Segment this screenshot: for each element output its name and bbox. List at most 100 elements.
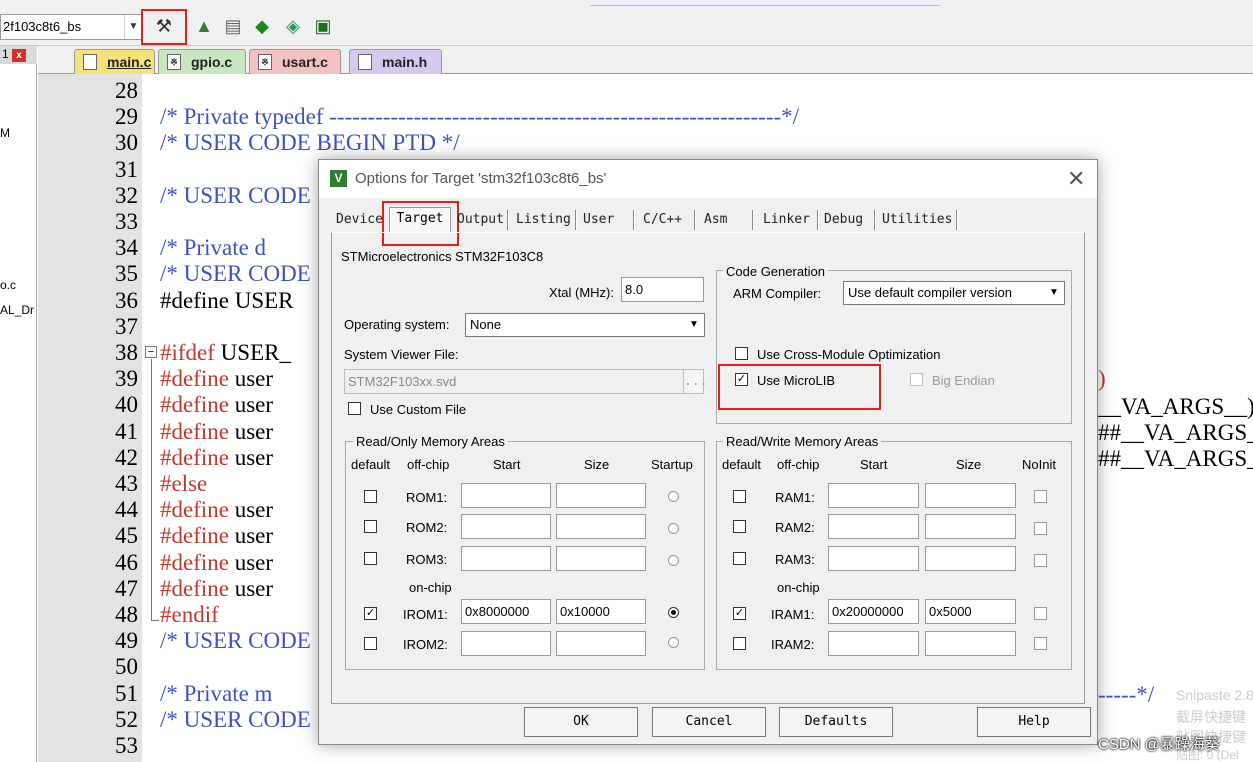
file-icon bbox=[83, 54, 97, 70]
iram2-default-checkbox[interactable] bbox=[733, 637, 746, 650]
irom1-start-input[interactable]: 0x8000000 bbox=[461, 599, 551, 624]
iram2-size-input[interactable] bbox=[925, 631, 1016, 656]
cancel-button[interactable]: Cancel bbox=[652, 707, 766, 737]
defaults-button[interactable]: Defaults bbox=[779, 707, 893, 737]
rom3-start-input[interactable] bbox=[461, 546, 551, 571]
code-token: user bbox=[228, 549, 274, 575]
arm-compiler-select[interactable]: Use default compiler version ▼ bbox=[843, 281, 1065, 305]
target-select-value: 2f103c8t6_bs bbox=[3, 19, 82, 34]
rom2-size-input[interactable] bbox=[556, 514, 646, 539]
ram2-noinit-checkbox[interactable] bbox=[1034, 522, 1047, 535]
os-select-value: None bbox=[470, 317, 502, 332]
chevron-down-icon[interactable]: ▼ bbox=[686, 317, 702, 333]
irom2-startup-radio[interactable] bbox=[668, 637, 679, 648]
project-item[interactable]: M bbox=[0, 126, 10, 140]
tab-debug[interactable]: Debug bbox=[824, 210, 863, 232]
tab-utilities[interactable]: Utilities bbox=[882, 210, 952, 232]
tab-separator bbox=[874, 210, 876, 230]
fold-toggle-icon[interactable]: − bbox=[145, 346, 157, 358]
tab-listing[interactable]: Listing bbox=[516, 210, 571, 232]
code-token: #define USER bbox=[160, 287, 294, 313]
tab-user[interactable]: User bbox=[583, 210, 614, 232]
svd-browse-button[interactable]: ... bbox=[683, 369, 707, 394]
tab-linker[interactable]: Linker bbox=[763, 210, 810, 232]
code-token: #define bbox=[160, 523, 229, 549]
irom1-default-checkbox[interactable]: ✓ bbox=[364, 607, 377, 620]
ok-button[interactable]: OK bbox=[524, 707, 638, 737]
rom2-default-checkbox[interactable] bbox=[364, 520, 377, 533]
iram1-default-checkbox[interactable]: ✓ bbox=[733, 607, 746, 620]
ram2-default-checkbox[interactable] bbox=[733, 520, 746, 533]
project-item[interactable]: AL_Dr bbox=[0, 303, 34, 317]
manage-components-icon[interactable]: ▲ bbox=[192, 14, 216, 38]
rom1-default-checkbox[interactable] bbox=[364, 490, 377, 503]
rom3-size-input[interactable] bbox=[556, 546, 646, 571]
line-number: 35 bbox=[115, 261, 138, 287]
tab-output[interactable]: Output bbox=[457, 210, 504, 232]
ram3-label: RAM3: bbox=[775, 552, 815, 567]
chevron-down-icon[interactable]: ▼ bbox=[1046, 285, 1062, 301]
ram2-size-input[interactable] bbox=[925, 514, 1016, 539]
rom3-default-checkbox[interactable] bbox=[364, 552, 377, 565]
rom2-startup-radio[interactable] bbox=[668, 523, 679, 534]
code-line: #define user bbox=[160, 392, 273, 418]
close-icon[interactable]: x bbox=[12, 49, 26, 62]
ram1-noinit-checkbox[interactable] bbox=[1034, 490, 1047, 503]
help-button[interactable]: Help bbox=[977, 707, 1091, 737]
tab-main-c[interactable]: main.c bbox=[74, 49, 155, 74]
ram1-start-input[interactable] bbox=[828, 483, 919, 508]
iram1-noinit-checkbox[interactable] bbox=[1034, 607, 1047, 620]
cross-module-checkbox[interactable] bbox=[735, 347, 748, 360]
rom1-start-input[interactable] bbox=[461, 483, 551, 508]
xtal-input[interactable]: 8.0 bbox=[621, 277, 704, 302]
tab-asm[interactable]: Asm bbox=[704, 210, 727, 232]
debug-diamond-icon[interactable]: ◆ bbox=[250, 14, 274, 38]
ram3-size-input[interactable] bbox=[925, 546, 1016, 571]
cross-module-label: Use Cross-Module Optimization bbox=[757, 347, 941, 362]
ram1-default-checkbox[interactable] bbox=[733, 490, 746, 503]
ram2-start-input[interactable] bbox=[828, 514, 919, 539]
csdn-watermark: CSDN @暴躁海葵 bbox=[1098, 736, 1220, 753]
project-item[interactable]: o.c bbox=[0, 278, 16, 292]
irom1-startup-radio[interactable] bbox=[668, 607, 679, 618]
use-custom-file-checkbox[interactable] bbox=[348, 402, 361, 415]
close-icon[interactable]: ✕ bbox=[1067, 166, 1085, 192]
pack-installer-icon[interactable]: ▣ bbox=[311, 14, 335, 38]
ram3-default-checkbox[interactable] bbox=[733, 552, 746, 565]
rom1-startup-radio[interactable] bbox=[668, 491, 679, 502]
ram3-start-input[interactable] bbox=[828, 546, 919, 571]
code-line: /* Private m bbox=[160, 681, 272, 707]
code-fragment: ##__VA_ARGS_ bbox=[1098, 420, 1253, 445]
rom1-size-input[interactable] bbox=[556, 483, 646, 508]
ram3-noinit-checkbox[interactable] bbox=[1034, 554, 1047, 567]
iram2-start-input[interactable] bbox=[828, 631, 919, 656]
ram1-size-input[interactable] bbox=[925, 483, 1016, 508]
tab-c-cpp[interactable]: C/C++ bbox=[643, 210, 682, 232]
rom3-startup-radio[interactable] bbox=[668, 555, 679, 566]
irom2-start-input[interactable] bbox=[461, 631, 551, 656]
code-fragment: ##__VA_ARGS_ bbox=[1098, 446, 1253, 471]
irom2-size-input[interactable] bbox=[556, 631, 646, 656]
line-number: 47 bbox=[115, 575, 138, 601]
code-token: #ifdef bbox=[160, 340, 215, 365]
tab-gpio-c[interactable]: ※ gpio.c bbox=[158, 49, 246, 74]
iram2-noinit-checkbox[interactable] bbox=[1034, 637, 1047, 650]
iram1-start-input[interactable]: 0x20000000 bbox=[828, 599, 919, 624]
download-icon[interactable]: ◈ bbox=[281, 14, 305, 38]
os-select[interactable]: None ▼ bbox=[465, 313, 705, 337]
irom2-default-checkbox[interactable] bbox=[364, 637, 377, 650]
select-packs-icon[interactable]: ▤ bbox=[221, 14, 245, 38]
target-select[interactable]: 2f103c8t6_bs ▼ bbox=[0, 14, 143, 40]
chevron-down-icon[interactable]: ▼ bbox=[124, 15, 142, 39]
tab-device[interactable]: Device bbox=[336, 210, 383, 232]
irom1-size-input[interactable]: 0x10000 bbox=[556, 599, 646, 624]
fold-line bbox=[151, 359, 152, 621]
options-button-highlight bbox=[141, 9, 187, 45]
tab-main-h[interactable]: main.h bbox=[349, 49, 442, 74]
code-line: /* USER CODE bbox=[160, 261, 311, 287]
snipaste-shortcut-1: 截屏快捷键 bbox=[1176, 709, 1246, 725]
tab-usart-c[interactable]: ※ usart.c bbox=[249, 49, 341, 74]
code-line: #define user bbox=[160, 576, 273, 602]
rom2-start-input[interactable] bbox=[461, 514, 551, 539]
iram1-size-input[interactable]: 0x5000 bbox=[925, 599, 1016, 624]
